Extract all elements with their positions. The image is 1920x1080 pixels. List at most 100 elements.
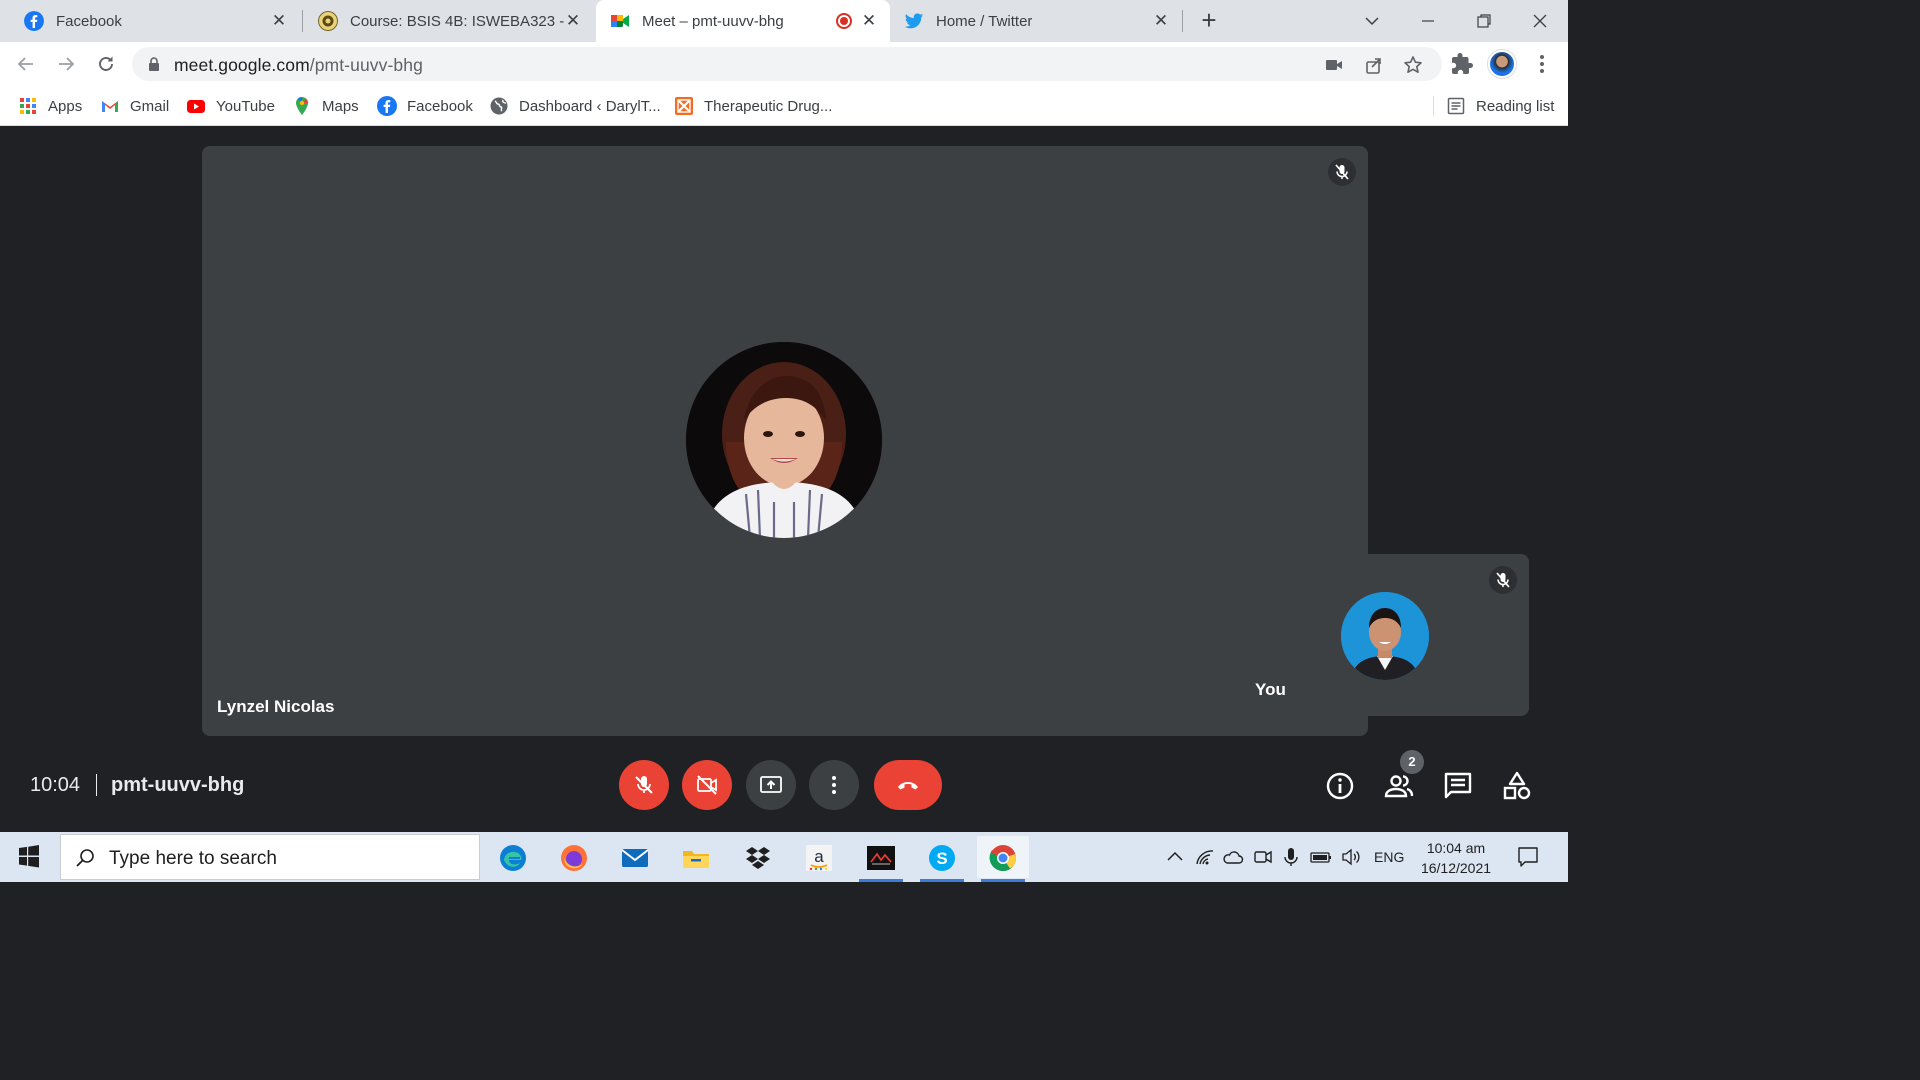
- tab-title: Home / Twitter: [936, 12, 1033, 30]
- wifi-icon[interactable]: [1194, 846, 1216, 868]
- camera-in-use-icon[interactable]: [1324, 55, 1344, 75]
- recording-indicator-icon: [836, 13, 852, 29]
- bookmark-star-icon[interactable]: [1403, 55, 1423, 75]
- taskbar-app-file-explorer[interactable]: [670, 836, 722, 878]
- bookmark-therapeutic-drug[interactable]: Therapeutic Drug...: [674, 94, 832, 118]
- taskbar-app-mail[interactable]: [609, 836, 661, 878]
- battery-icon[interactable]: [1310, 846, 1332, 868]
- bookmark-dashboard[interactable]: Dashboard ‹ DarylT...: [489, 94, 661, 118]
- maps-icon: [296, 97, 308, 115]
- system-clock[interactable]: 10:04 am 16/12/2021: [1408, 838, 1504, 878]
- meeting-info-divider: [96, 774, 97, 796]
- show-hidden-icons-chevron-icon[interactable]: [1164, 846, 1186, 868]
- minimize-button[interactable]: [1408, 6, 1448, 36]
- close-tab-icon[interactable]: ✕: [860, 12, 878, 30]
- taskbar-app-firefox[interactable]: [548, 836, 600, 878]
- taskbar-app-edge[interactable]: [487, 836, 539, 878]
- meeting-details-icon[interactable]: [1324, 770, 1356, 802]
- input-language[interactable]: ENG: [1374, 849, 1404, 865]
- people-icon[interactable]: [1383, 770, 1415, 802]
- meeting-code: pmt-uuvv-bhg: [111, 774, 245, 796]
- facebook-icon: [377, 96, 397, 116]
- notification-center-icon[interactable]: [1516, 845, 1540, 869]
- participant-tile-main[interactable]: Lynzel Nicolas: [202, 146, 1368, 736]
- tab-meet[interactable]: Meet – pmt-uuvv-bhg ✕: [596, 0, 890, 42]
- taskbar-app-game[interactable]: [855, 836, 907, 882]
- close-tab-icon[interactable]: ✕: [564, 12, 582, 30]
- restore-button[interactable]: [1464, 6, 1504, 36]
- self-avatar: [1341, 592, 1429, 680]
- tab-strip: Facebook ✕ Course: BSIS 4B: ISWEBA323 - …: [0, 0, 1568, 42]
- globe-icon: [490, 97, 508, 115]
- onedrive-cloud-icon[interactable]: [1222, 846, 1244, 868]
- extensions-puzzle-icon[interactable]: [1450, 52, 1474, 76]
- tab-separator: [1182, 10, 1183, 32]
- windows-start-icon[interactable]: [0, 832, 58, 882]
- amazon-icon: a: [806, 845, 832, 871]
- more-options-button[interactable]: [809, 760, 859, 810]
- url-host: meet.google.com: [174, 55, 310, 75]
- mic-muted-icon: [1328, 158, 1356, 186]
- tab-search-chevron-icon[interactable]: [1352, 6, 1392, 36]
- forward-arrow-icon: [59, 57, 75, 71]
- tab-course[interactable]: Course: BSIS 4B: ISWEBA323 - W ✕: [304, 0, 594, 42]
- meeting-time: 10:04: [30, 774, 81, 796]
- share-icon[interactable]: [1364, 55, 1384, 75]
- meet-now-icon[interactable]: [1252, 846, 1274, 868]
- mic-off-icon: [635, 776, 653, 794]
- url-path: /pmt-uuvv-bhg: [309, 55, 423, 75]
- new-tab-button[interactable]: +: [1196, 7, 1222, 34]
- close-tab-icon[interactable]: ✕: [1152, 12, 1170, 30]
- activities-icon[interactable]: [1501, 770, 1533, 802]
- taskbar-search-box[interactable]: Type here to search: [60, 834, 480, 880]
- chrome-menu-icon[interactable]: [1530, 52, 1554, 76]
- hang-up-icon: [898, 782, 918, 790]
- bookmark-label: Apps: [48, 97, 83, 115]
- volume-icon[interactable]: [1340, 846, 1362, 868]
- present-screen-button[interactable]: [746, 760, 796, 810]
- camera-off-icon: [697, 775, 717, 795]
- firefox-icon: [561, 845, 587, 871]
- back-button[interactable]: [12, 50, 40, 78]
- tab-twitter[interactable]: Home / Twitter ✕: [892, 0, 1182, 42]
- bookmark-gmail[interactable]: Gmail: [100, 94, 169, 118]
- forward-button[interactable]: [52, 50, 80, 78]
- profile-avatar[interactable]: [1488, 50, 1516, 78]
- youtube-icon: [187, 100, 205, 113]
- reload-button[interactable]: [92, 50, 120, 78]
- gmail-icon: [102, 101, 118, 112]
- tab-title: Course: BSIS 4B: ISWEBA323 - W: [350, 12, 564, 30]
- bookmark-maps[interactable]: Maps: [292, 94, 359, 118]
- bookmark-label: YouTube: [216, 97, 275, 115]
- tab-facebook[interactable]: Facebook ✕: [0, 0, 300, 42]
- skype-icon: S: [929, 845, 955, 871]
- participants-count-badge: 2: [1400, 750, 1424, 774]
- bookmark-facebook[interactable]: Facebook: [377, 94, 473, 118]
- reading-list-button[interactable]: Reading list: [1446, 94, 1554, 118]
- microphone-in-use-icon[interactable]: [1280, 846, 1302, 868]
- address-bar[interactable]: meet.google.com/pmt-uuvv-bhg: [132, 47, 1442, 81]
- camera-toggle-button[interactable]: [682, 760, 732, 810]
- participant-name: Lynzel Nicolas: [217, 697, 335, 716]
- mail-icon: [621, 849, 649, 867]
- leave-call-button[interactable]: [874, 760, 942, 810]
- chrome-icon: [989, 845, 1016, 872]
- clock-date: 16/12/2021: [1420, 860, 1492, 876]
- more-vert-icon: [832, 776, 836, 794]
- taskbar-app-chrome[interactable]: [977, 836, 1029, 882]
- bookmark-apps[interactable]: Apps: [18, 94, 82, 118]
- taskbar-app-skype[interactable]: S: [916, 836, 968, 882]
- taskbar-app-amazon[interactable]: a: [793, 836, 845, 878]
- self-view-tile[interactable]: You: [1241, 554, 1529, 716]
- bookmark-youtube[interactable]: YouTube: [186, 94, 275, 118]
- microphone-toggle-button[interactable]: [619, 760, 669, 810]
- reading-list-label: Reading list: [1476, 97, 1555, 115]
- reading-list-icon: [1447, 97, 1465, 115]
- search-placeholder: Type here to search: [109, 848, 277, 869]
- chat-icon[interactable]: [1442, 770, 1474, 802]
- close-tab-icon[interactable]: ✕: [270, 12, 288, 30]
- taskbar-app-dropbox[interactable]: [732, 836, 784, 878]
- tab-title: Facebook: [56, 12, 122, 30]
- reload-icon: [99, 56, 113, 71]
- close-window-button[interactable]: [1520, 6, 1560, 36]
